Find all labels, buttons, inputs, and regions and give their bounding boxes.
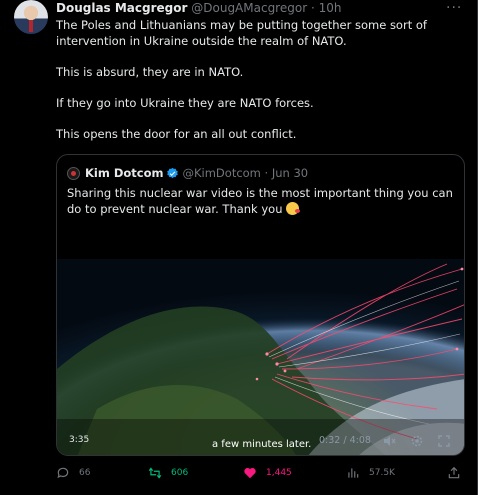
tweet-paragraph: If they go into Ukraine they are NATO fo…: [56, 95, 314, 110]
mute-icon[interactable]: [382, 434, 396, 448]
tweet-header: Douglas Macgregor @DougAMacgregor · 10h: [56, 1, 341, 16]
quoted-tweet-text: Sharing this nuclear war video is the mo…: [67, 186, 453, 216]
author-handle[interactable]: @DougAMacgregor · 10h: [191, 1, 341, 15]
like-button[interactable]: 1,445: [243, 466, 292, 480]
tweet-actions: 66 606 1,445 57.5K: [56, 466, 466, 486]
verified-badge-icon: [167, 167, 179, 178]
quoted-author-handle: @KimDotcom · Jun 30: [182, 166, 309, 180]
tweet-time[interactable]: 10h: [319, 1, 342, 15]
video-caption: a few minutes later.: [212, 439, 312, 450]
video-progress-time: 0:32 / 4:08: [319, 435, 371, 446]
quoted-author-name: Kim Dotcom: [85, 166, 164, 180]
tweet-paragraph: This is absurd, they are in NATO.: [56, 64, 244, 79]
retweet-button[interactable]: 606: [148, 466, 188, 480]
views-count: 57.5K: [369, 468, 395, 478]
heart-icon: [244, 468, 256, 479]
share-icon: [448, 466, 460, 479]
reply-icon: [57, 467, 69, 479]
video-player[interactable]: 3:35 a few minutes later. 0:32 / 4:08: [57, 259, 464, 455]
retweet-icon: [148, 467, 162, 479]
more-options-icon[interactable]: ···: [446, 0, 462, 16]
tweet-body: The Poles and Lithuanians may be putting…: [56, 18, 468, 158]
author-name[interactable]: Douglas Macgregor: [56, 1, 187, 15]
like-count: 1,445: [266, 468, 292, 478]
settings-gear-icon[interactable]: [410, 434, 424, 448]
reply-count: 66: [79, 468, 91, 478]
reply-button[interactable]: 66: [56, 466, 90, 480]
fullscreen-icon[interactable]: [437, 434, 451, 448]
video-duration: 3:35: [69, 435, 90, 445]
views-bar-chart-icon: [348, 468, 359, 478]
quoted-tweet[interactable]: Kim Dotcom @KimDotcom · Jun 30 Sharing t…: [56, 154, 465, 456]
share-button[interactable]: [447, 466, 461, 480]
views-button[interactable]: 57.5K: [346, 466, 395, 480]
quoted-author-avatar: [67, 166, 80, 180]
tweet[interactable]: Douglas Macgregor @DougAMacgregor · 10h …: [0, 0, 478, 495]
author-avatar[interactable]: [14, 0, 48, 34]
kiss-emoji-icon: [286, 202, 301, 215]
video-frame-earth: [57, 259, 464, 455]
quoted-tweet-header: Kim Dotcom @KimDotcom · Jun 30: [67, 166, 308, 180]
retweet-count: 606: [171, 468, 189, 478]
tweet-paragraph: The Poles and Lithuanians may be putting…: [56, 18, 427, 48]
tweet-paragraph: This opens the door for an all out confl…: [56, 126, 297, 141]
